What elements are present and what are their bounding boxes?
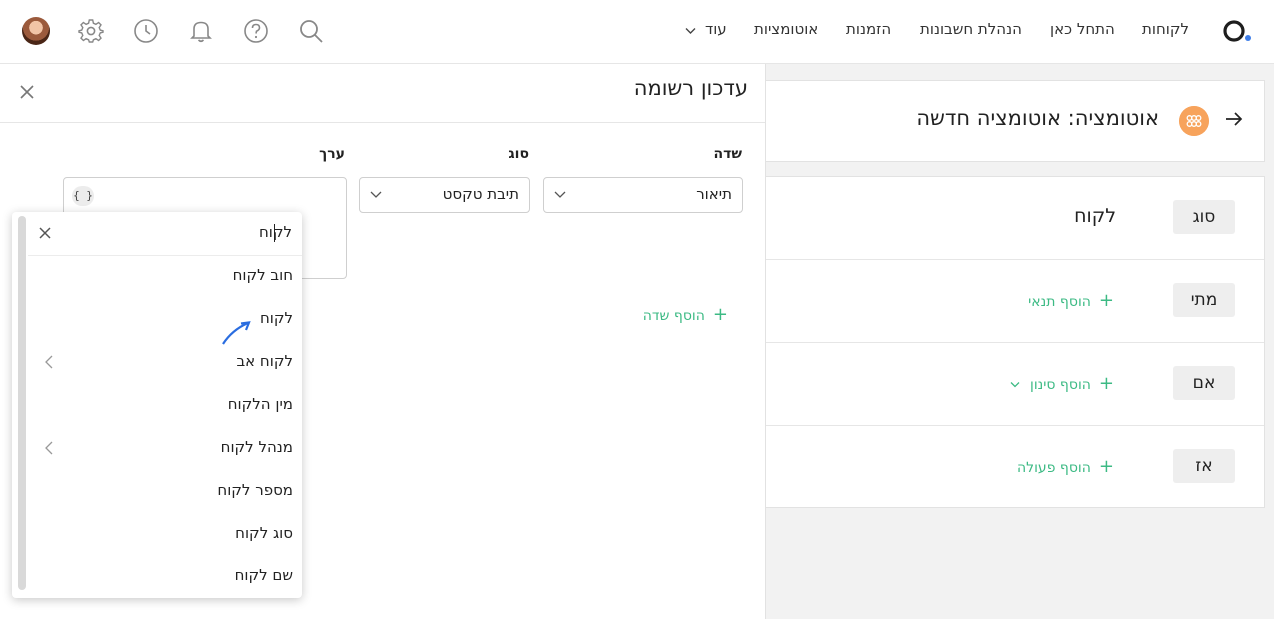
variable-insert-button[interactable]: { } <box>72 186 94 206</box>
dropdown-item[interactable]: מנהל לקוח <box>28 427 302 470</box>
rule-row-type: סוג לקוח <box>766 177 1264 260</box>
dropdown-item-label: שם לקוח <box>234 566 293 584</box>
panel-title: עדכון רשומה <box>633 76 748 100</box>
nav-more[interactable]: עוד <box>705 20 727 38</box>
search-icon[interactable] <box>298 18 324 44</box>
chevron-down-icon <box>554 191 566 198</box>
add-condition-link[interactable]: +הוסף תנאי <box>1028 290 1114 311</box>
dropdown-item-label: חוב לקוח <box>232 266 293 284</box>
text-caret <box>274 224 275 242</box>
dropdown-search: לקוח <box>28 212 302 256</box>
dropdown-item[interactable]: לקוח אב <box>28 341 302 384</box>
chevron-down-icon <box>1010 382 1020 388</box>
dropdown-item[interactable]: לקוח <box>28 298 302 341</box>
rule-row-if: אם +הוסף סינון <box>766 343 1264 426</box>
gear-icon[interactable] <box>78 18 104 44</box>
plus-icon: + <box>1098 456 1114 477</box>
bell-icon[interactable] <box>188 18 214 44</box>
panel-divider <box>0 122 765 123</box>
type-value[interactable]: לקוח <box>1074 205 1116 227</box>
when-chip: מתי <box>1173 283 1235 317</box>
dropdown-item-label: סוג לקוח <box>235 524 293 542</box>
nav-customers[interactable]: לקוחות <box>1142 20 1189 38</box>
top-navigation-bar: לקוחות התחל כאן הנהלת חשבונות הזמנות אוט… <box>0 0 1274 64</box>
add-field-link[interactable]: +הוסף שדה <box>643 304 728 325</box>
clear-search-icon[interactable] <box>38 226 52 240</box>
then-chip: אז <box>1173 449 1235 483</box>
plus-icon: + <box>1098 290 1114 311</box>
help-icon[interactable] <box>243 18 269 44</box>
automation-title: אוטומציה: אוטומציה חדשה <box>916 106 1159 130</box>
dropdown-item[interactable]: מספר לקוח <box>28 470 302 513</box>
nav-automations[interactable]: אוטומציות <box>754 20 818 38</box>
type-chip: סוג <box>1173 200 1235 234</box>
type-select[interactable]: תיבת טקסט <box>359 177 530 213</box>
dropdown-item[interactable]: שם לקוח <box>28 555 302 598</box>
field-column-label: שדה <box>713 146 742 162</box>
chevron-down-icon <box>685 28 696 34</box>
close-icon[interactable] <box>17 82 37 102</box>
user-avatar[interactable] <box>22 17 50 45</box>
dropdown-item[interactable]: מין הלקוח <box>28 384 302 427</box>
rule-row-when: מתי +הוסף תנאי <box>766 260 1264 343</box>
chevron-left-icon <box>45 441 53 455</box>
app-logo[interactable] <box>1222 17 1252 45</box>
automation-icon <box>1179 106 1209 136</box>
rule-row-then: אז +הוסף פעולה <box>766 426 1264 508</box>
dropdown-item-label: לקוח <box>259 309 293 327</box>
nav-orders[interactable]: הזמנות <box>846 20 891 38</box>
pointer-arrow-icon <box>222 321 251 345</box>
dropdown-item[interactable]: סוג לקוח <box>28 513 302 556</box>
dropdown-item[interactable]: חוב לקוח <box>28 255 302 298</box>
field-select[interactable]: תיאור <box>543 177 743 213</box>
clock-icon[interactable] <box>133 18 159 44</box>
automation-header: אוטומציה: אוטומציה חדשה <box>766 80 1265 162</box>
if-chip: אם <box>1173 366 1235 400</box>
type-select-value: תיבת טקסט <box>442 185 519 203</box>
dropdown-item-label: מנהל לקוח <box>220 438 293 456</box>
dropdown-item-label: מין הלקוח <box>227 395 293 413</box>
dropdown-item-label: מספר לקוח <box>217 481 293 499</box>
value-column-label: ערך <box>319 146 345 162</box>
nav-start-here[interactable]: התחל כאן <box>1050 20 1115 38</box>
plus-icon: + <box>1098 373 1114 394</box>
chevron-down-icon <box>370 191 382 198</box>
arrow-right-icon[interactable] <box>1222 107 1246 131</box>
add-action-link[interactable]: +הוסף פעולה <box>1017 456 1114 477</box>
type-column-label: סוג <box>508 146 529 162</box>
dropdown-search-input[interactable]: לקוח <box>259 223 292 241</box>
field-variable-dropdown: לקוח חוב לקוח לקוח לקוח אב מין הלקוח מנה… <box>12 212 302 598</box>
dropdown-item-label: לקוח אב <box>236 352 293 370</box>
plus-icon: + <box>712 304 728 325</box>
add-filter-link[interactable]: +הוסף סינון <box>1010 373 1114 394</box>
chevron-left-icon <box>45 355 53 369</box>
field-select-value: תיאור <box>696 185 732 203</box>
automation-rules-card: סוג לקוח מתי +הוסף תנאי אם +הוסף סינון א… <box>766 176 1265 508</box>
dropdown-scrollbar[interactable] <box>18 216 26 590</box>
nav-bookkeeping[interactable]: הנהלת חשבונות <box>920 20 1022 38</box>
